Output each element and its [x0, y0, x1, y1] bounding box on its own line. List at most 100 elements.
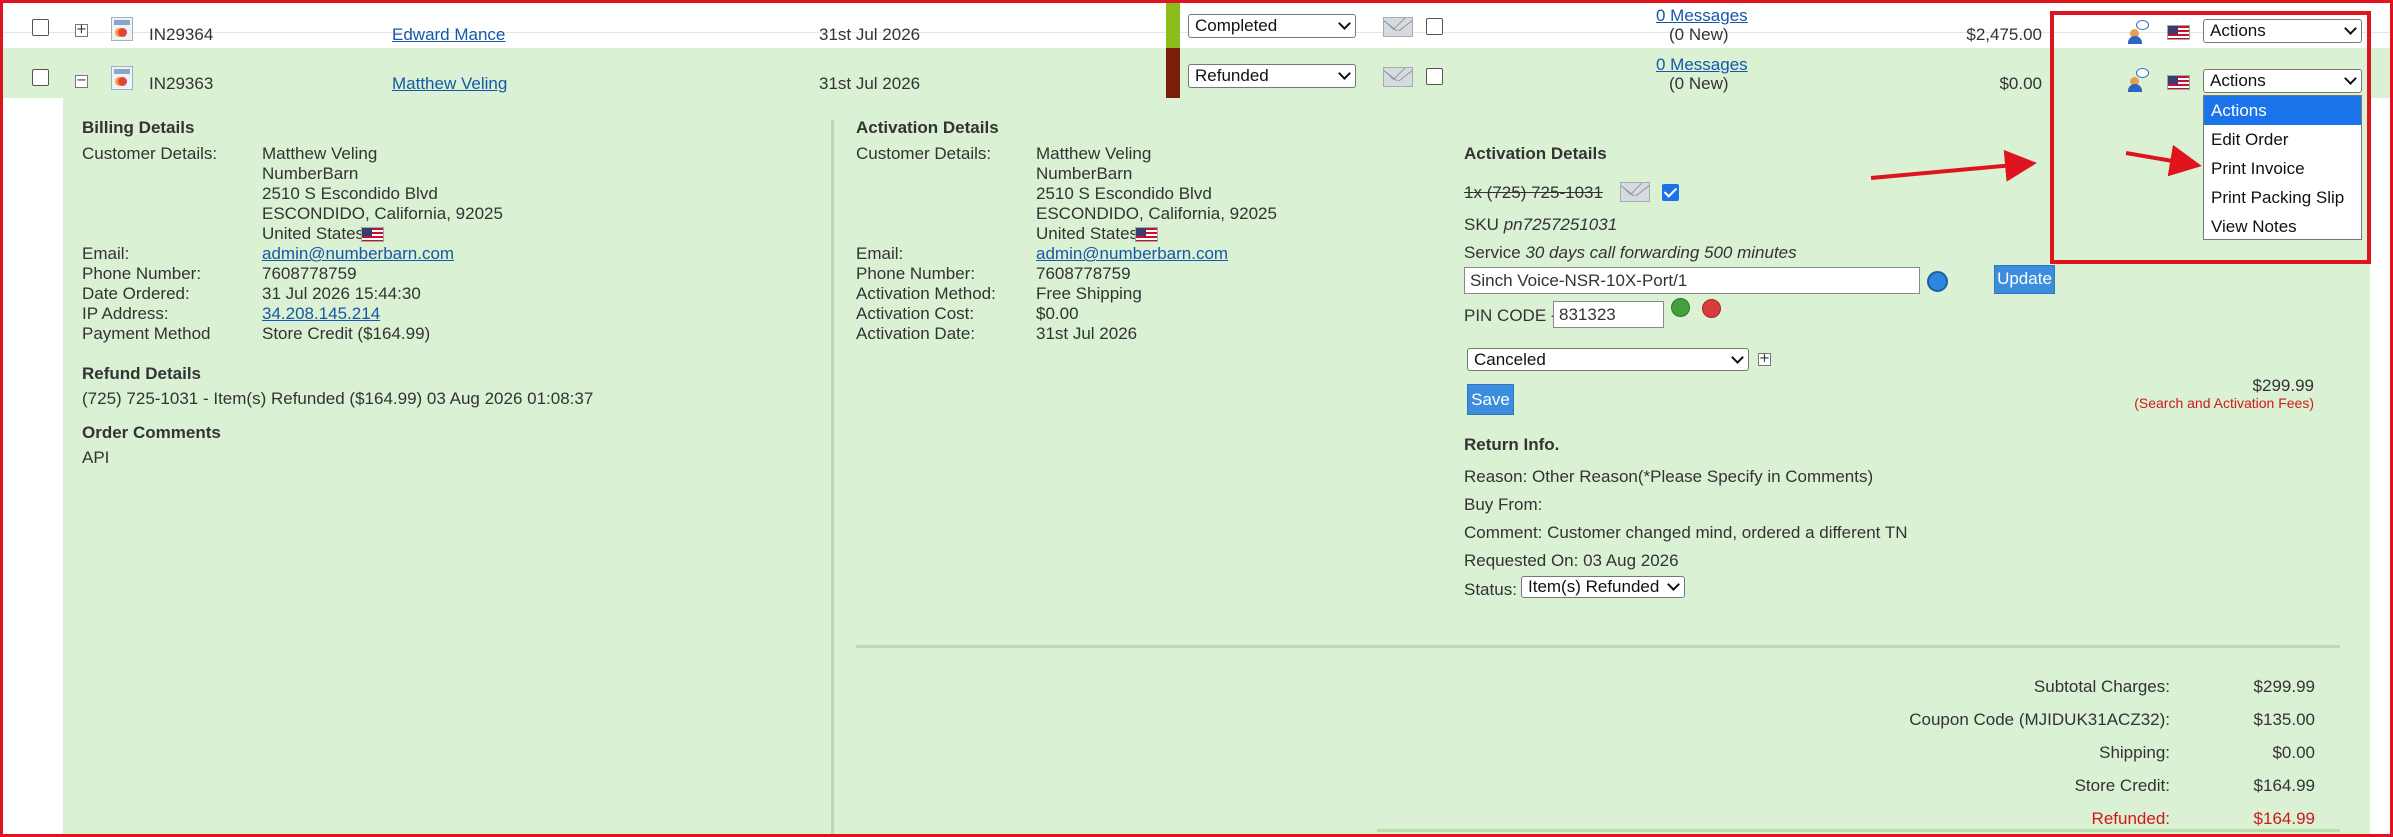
return-info-title: Return Info.	[1464, 435, 1560, 454]
field-label: IP Address:	[82, 304, 169, 323]
activation-values: admin@numberbarn.com 7608778759 Free Shi…	[1036, 244, 1228, 344]
save-button[interactable]: Save	[1467, 384, 1514, 415]
menu-item-edit-order[interactable]: Edit Order	[2204, 125, 2361, 154]
return-requested: Requested On: 03 Aug 2026	[1464, 551, 1679, 570]
totals-divider	[856, 645, 2340, 648]
email-icon[interactable]	[1383, 67, 1413, 87]
total-label: Shipping:	[2099, 743, 2170, 762]
email-link[interactable]: admin@numberbarn.com	[262, 244, 454, 263]
email-checkbox[interactable]	[1426, 18, 1443, 35]
customer-chat-icon[interactable]	[2128, 68, 2150, 92]
return-status-label: Status:	[1464, 580, 1517, 599]
total-label: Coupon Code (MJIDUK31ACZ32):	[1909, 710, 2170, 729]
ip-address-link[interactable]: 34.208.145.214	[262, 304, 380, 323]
expand-icon[interactable]: +	[75, 23, 88, 37]
refund-details-text: (725) 725-1031 - Item(s) Refunded ($164.…	[82, 389, 594, 408]
billing-fields: Email: Phone Number: Date Ordered: IP Ad…	[82, 244, 211, 344]
billing-address: Matthew Veling NumberBarn 2510 S Escondi…	[262, 144, 503, 244]
return-comment: Comment: Customer changed mind, ordered …	[1464, 523, 1908, 542]
total-value: $135.00	[2253, 710, 2315, 729]
confirm-icon[interactable]	[1671, 298, 1690, 317]
activation-title: Activation Details	[856, 118, 999, 137]
email-link[interactable]: admin@numberbarn.com	[1036, 244, 1228, 263]
remove-icon[interactable]	[1702, 299, 1721, 318]
refund-details-title: Refund Details	[82, 364, 202, 383]
menu-item-view-notes[interactable]: View Notes	[2204, 212, 2361, 241]
actions-select[interactable]: Actions	[2203, 19, 2362, 43]
address-line: 2510 S Escondido Blvd	[1036, 184, 1212, 203]
activation-customer-label: Customer Details:	[856, 144, 992, 163]
customer-link[interactable]: Matthew Veling	[392, 74, 507, 94]
field-label: Date Ordered:	[82, 284, 190, 303]
order-comments-text: API	[82, 448, 110, 467]
order-details-panel: Billing Details Customer Details: Matthe…	[63, 98, 2370, 837]
invoice-number: IN29364	[149, 25, 214, 44]
address-line: 2510 S Escondido Blvd	[262, 184, 438, 203]
messages-link[interactable]: 0 Messages	[1656, 6, 1748, 26]
update-button[interactable]: Update	[1994, 265, 2055, 294]
pin-code-input[interactable]: 831323	[1553, 301, 1664, 328]
email-checkbox[interactable]	[1426, 68, 1443, 85]
menu-item-print-packing-slip[interactable]: Print Packing Slip	[2204, 183, 2361, 212]
total-value: $299.99	[2253, 677, 2315, 696]
status-color-bar	[1166, 48, 1180, 98]
refresh-icon[interactable]	[1927, 271, 1948, 292]
email-icon[interactable]	[1383, 17, 1413, 37]
order-status-select[interactable]: Refunded	[1188, 64, 1356, 88]
customer-link[interactable]: Edward Mance	[392, 25, 505, 45]
messages-link[interactable]: 0 Messages	[1656, 55, 1748, 75]
total-label: Store Credit:	[2074, 776, 2170, 795]
item-checkbox[interactable]	[1662, 184, 1679, 201]
date-ordered-value: 31 Jul 2026 15:44:30	[262, 284, 421, 303]
order-comments-title: Order Comments	[82, 423, 221, 442]
status-color-bar	[1166, 0, 1180, 48]
payment-method-value: Store Credit ($164.99)	[262, 324, 431, 343]
address-line: ESCONDIDO, California, 92025	[1036, 204, 1277, 223]
return-buy-from: Buy From:	[1464, 495, 1543, 514]
pin-code-label: PIN CODE -	[1464, 306, 1557, 325]
item-activation-title: Activation Details	[1464, 144, 1607, 163]
total-value: $164.99	[2253, 776, 2315, 795]
field-label: Email:	[82, 244, 130, 263]
sku-line: SKU pn7257251031	[1464, 215, 1617, 235]
activation-cost-value: $0.00	[1036, 304, 1079, 323]
order-total: $0.00	[1999, 74, 2042, 93]
customer-chat-icon[interactable]	[2128, 20, 2150, 44]
new-messages-count: (0 New)	[1669, 74, 1729, 93]
menu-item-print-invoice[interactable]: Print Invoice	[2204, 154, 2361, 183]
billing-customer-label: Customer Details:	[82, 144, 218, 163]
carrier-input[interactable]: Sinch Voice-NSR-10X-Port/1	[1464, 267, 1920, 294]
address-line: NumberBarn	[262, 164, 359, 183]
menu-item-actions[interactable]: Actions	[2204, 96, 2361, 125]
phone-value: 7608778759	[262, 264, 357, 283]
phone-value: 7608778759	[1036, 264, 1131, 283]
row-select-checkbox[interactable]	[32, 69, 49, 86]
activation-address: Matthew Veling NumberBarn 2510 S Escondi…	[1036, 144, 1277, 244]
collapse-icon[interactable]: −	[75, 74, 88, 88]
order-total: $2,475.00	[1966, 25, 2042, 44]
sku-label: SKU	[1464, 215, 1499, 234]
activation-fields: Email: Phone Number: Activation Method: …	[856, 244, 996, 344]
actions-select[interactable]: Actions	[2203, 69, 2362, 93]
item-status-select[interactable]: Canceled	[1467, 348, 1749, 371]
table-row: + IN29364 Edward Mance 31st Jul 2026 Com…	[0, 0, 2393, 48]
return-status-select[interactable]: Item(s) Refunded	[1521, 576, 1685, 598]
order-icon[interactable]	[111, 66, 133, 90]
add-icon[interactable]: +	[1758, 352, 1771, 366]
email-icon[interactable]	[1620, 182, 1650, 202]
us-flag-icon	[361, 227, 384, 242]
return-reason: Reason: Other Reason(*Please Specify in …	[1464, 467, 1874, 486]
address-line: Matthew Veling	[262, 144, 378, 163]
us-flag-icon	[2167, 25, 2190, 40]
bottom-rule	[1377, 829, 2340, 832]
address-line: NumberBarn	[1036, 164, 1133, 183]
sku-value: pn7257251031	[1503, 215, 1618, 234]
new-messages-count: (0 New)	[1669, 25, 1729, 44]
activation-date-value: 31st Jul 2026	[1036, 324, 1138, 343]
order-icon[interactable]	[111, 17, 133, 41]
field-label: Phone Number:	[856, 264, 976, 283]
row-select-checkbox[interactable]	[32, 19, 49, 36]
service-value: 30 days call forwarding 500 minutes	[1525, 243, 1797, 262]
order-status-select[interactable]: Completed	[1188, 14, 1356, 38]
address-line: United States	[262, 224, 365, 243]
